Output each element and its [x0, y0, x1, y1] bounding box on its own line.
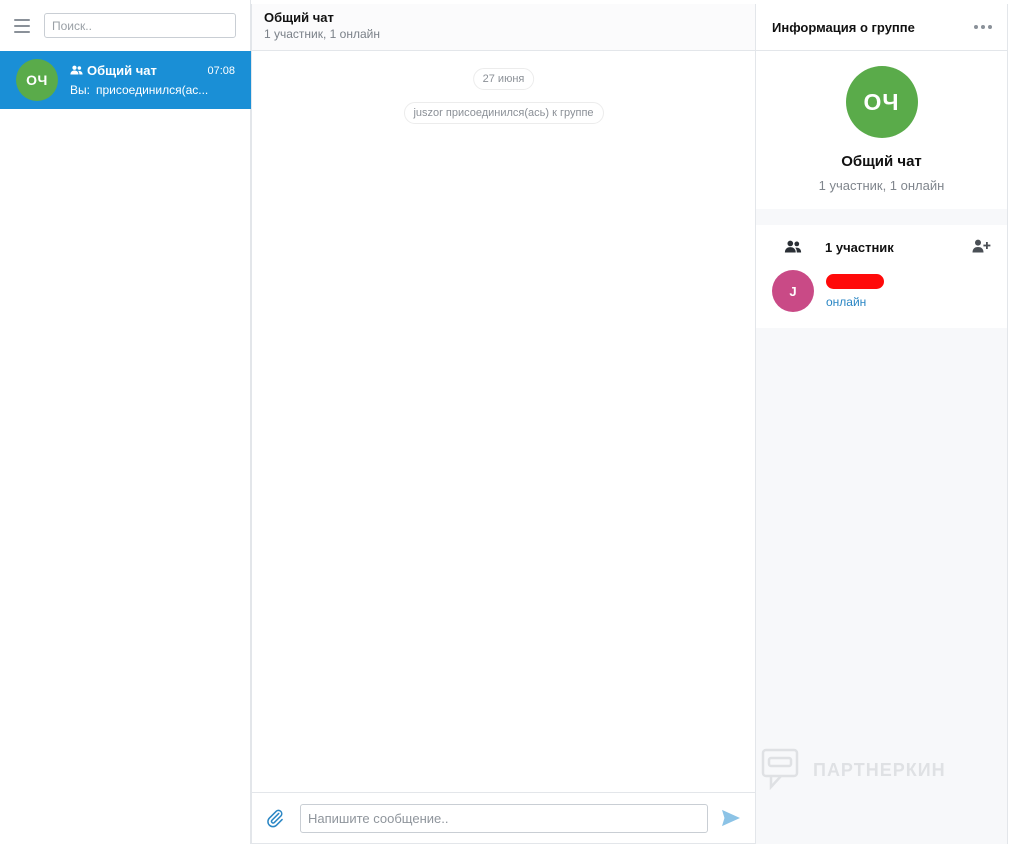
- member-info: онлайн: [826, 273, 884, 309]
- member-status: онлайн: [826, 294, 867, 309]
- group-avatar[interactable]: ОЧ: [845, 66, 918, 138]
- member-avatar: J: [772, 270, 814, 312]
- chat-name: Общий чат: [87, 63, 157, 78]
- chat-avatar: ОЧ: [16, 59, 58, 101]
- chat-list-item[interactable]: ОЧ Общий чат 07:08 Вы: присоединился(ас.…: [0, 51, 251, 109]
- chat-header[interactable]: Общий чат 1 участник, 1 онлайн: [252, 4, 755, 51]
- watermark: ПАРТНЕРКИН: [761, 748, 946, 793]
- chat-title: Общий чат: [264, 10, 334, 25]
- search-input[interactable]: [44, 13, 236, 38]
- chat-preview-prefix: Вы:: [70, 83, 90, 97]
- member-name-redacted: [826, 273, 884, 289]
- chat-subtitle: 1 участник, 1 онлайн: [264, 27, 380, 41]
- chat-item-body: Общий чат 07:08 Вы: присоединился(ас...: [70, 63, 251, 97]
- system-message: juszor присоединился(ась) к группе: [403, 102, 604, 124]
- chat-preview-text: присоединился(ас...: [95, 83, 209, 97]
- group-status: 1 участник, 1 онлайн: [818, 178, 945, 193]
- chat-list-sidebar: ОЧ Общий чат 07:08 Вы:: [0, 0, 251, 844]
- member-item[interactable]: J онлайн: [756, 270, 1007, 312]
- more-icon[interactable]: [974, 25, 992, 29]
- add-member-icon[interactable]: [972, 239, 991, 256]
- members-icon: [784, 240, 802, 256]
- message-input[interactable]: [300, 803, 708, 833]
- members-count: 1 участник: [825, 240, 894, 255]
- sidebar-toolbar: [0, 0, 250, 51]
- group-info-panel: Информация о группе ОЧ Общий чат 1 участ…: [756, 4, 1008, 844]
- group-card: ОЧ Общий чат 1 участник, 1 онлайн: [756, 51, 1007, 209]
- message-composer: [252, 792, 755, 843]
- send-icon[interactable]: [720, 807, 742, 829]
- paperclip-icon[interactable]: [264, 807, 286, 829]
- group-icon: [70, 63, 83, 78]
- watermark-text: ПАРТНЕРКИН: [813, 760, 946, 780]
- watermark-logo-icon: [761, 748, 799, 793]
- group-name: Общий чат: [841, 153, 922, 170]
- chat-preview: Вы: присоединился(ас...: [70, 83, 235, 97]
- date-divider: 27 июня: [472, 68, 535, 90]
- chat-window: Общий чат 1 участник, 1 онлайн 27 июня j…: [251, 4, 756, 844]
- info-header: Информация о группе: [756, 4, 1007, 51]
- menu-icon[interactable]: [14, 18, 30, 33]
- chat-time: 07:08: [207, 64, 235, 77]
- info-title: Информация о группе: [772, 19, 915, 35]
- members-section: 1 участник J онлайн: [756, 225, 1007, 328]
- message-area[interactable]: 27 июня juszor присоединился(ась) к груп…: [252, 51, 755, 792]
- members-header: 1 участник: [756, 225, 1007, 270]
